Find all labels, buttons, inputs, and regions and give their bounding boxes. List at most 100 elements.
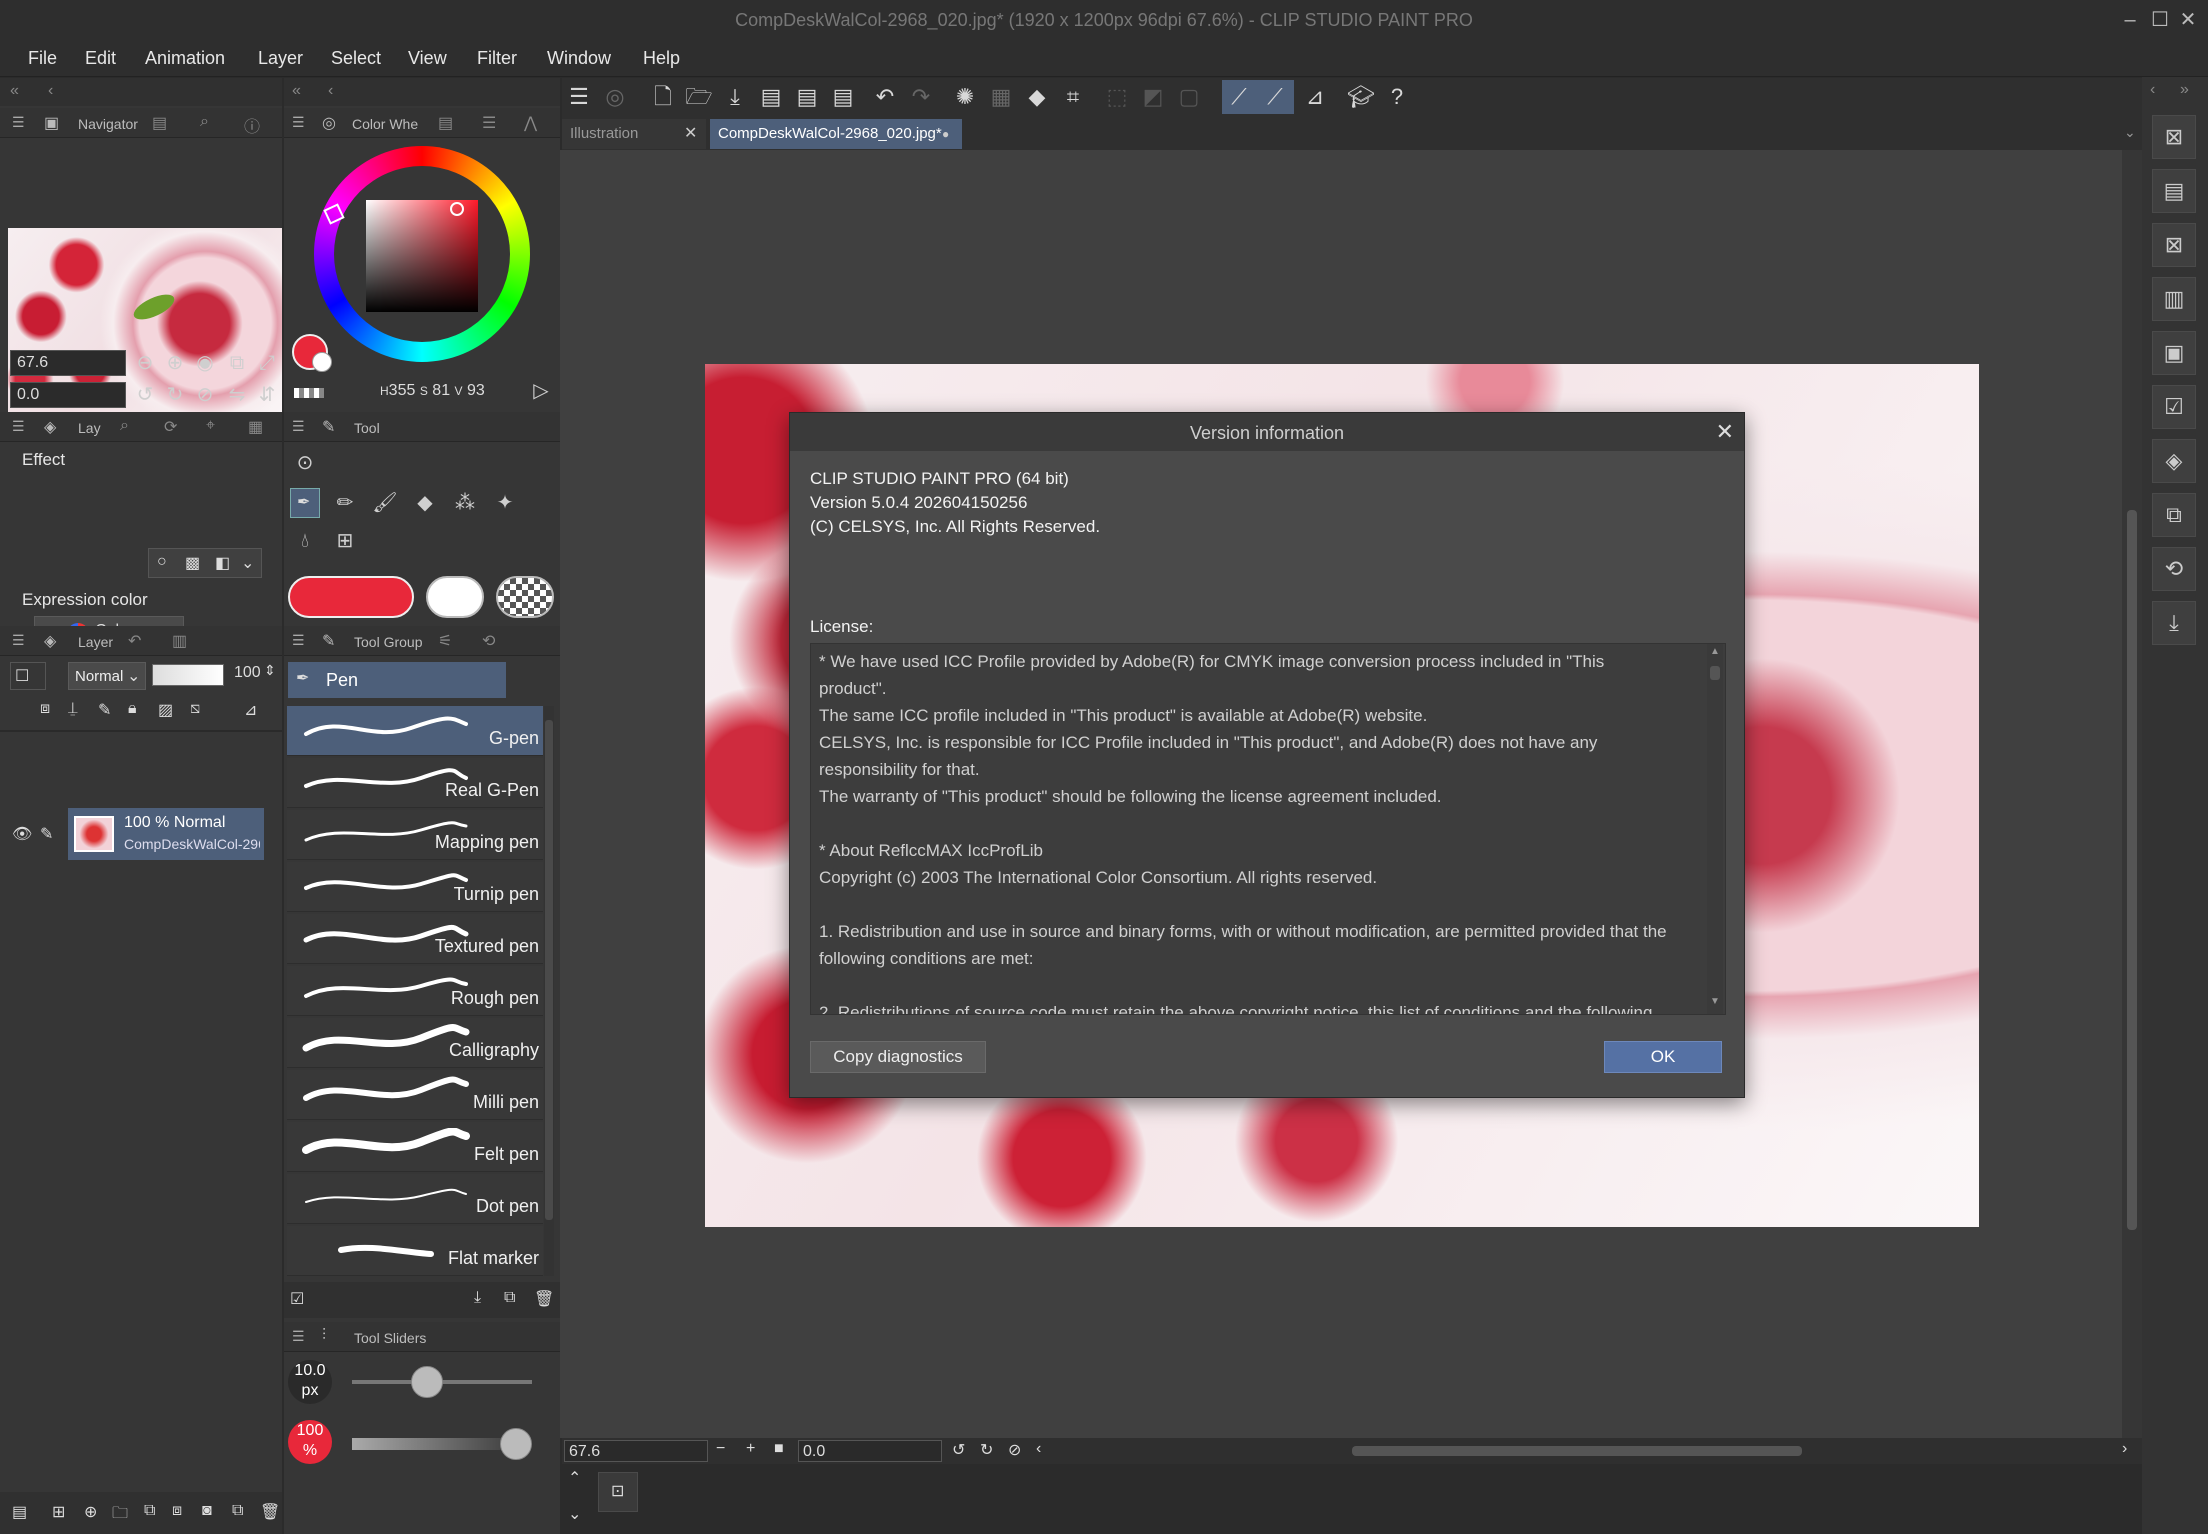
chevron-down-icon[interactable]: ⌄ [568, 1504, 581, 1524]
stop-icon[interactable]: ■ [774, 1440, 784, 1458]
menu-lines-icon[interactable]: ☰ [292, 1328, 305, 1345]
vertical-scroll-thumb[interactable] [2127, 510, 2137, 1230]
navigator-rotate-field[interactable]: 0.0 [10, 382, 126, 408]
deselect-icon[interactable]: ⬚ [1100, 80, 1134, 114]
chevron-left-icon[interactable]: ‹ [48, 82, 53, 100]
size-slider-knob[interactable] [411, 1366, 444, 1398]
layer-row[interactable]: 100 % Normal CompDeskWalCol-296 [68, 808, 264, 860]
close-icon[interactable]: ✕ [684, 119, 697, 149]
chevron-right-icon[interactable]: › [2122, 1440, 2127, 1458]
invert-selection-icon[interactable]: ◩ [1136, 80, 1170, 114]
download-tool-icon[interactable]: ⊙ [290, 448, 320, 478]
menu-lines-icon[interactable]: ☰ [292, 114, 305, 131]
actual-size-icon[interactable]: ◉ [190, 348, 220, 378]
material-panel-9-button[interactable]: ⤓ [2152, 601, 2196, 645]
chevron-up-icon[interactable]: ⌃ [568, 1468, 581, 1488]
layer-color-select[interactable]: ☐ [10, 662, 46, 690]
export-psd-icon[interactable]: ▤ [826, 80, 860, 114]
loading-icon[interactable]: ✺ [948, 80, 982, 114]
learn-icon[interactable]: 🎓︎ [1344, 80, 1378, 114]
layer-tab-icon-3[interactable]: ⌖ [206, 417, 215, 435]
menu-view[interactable]: View [408, 48, 447, 69]
material-panel-8-button[interactable]: ⟲ [2152, 547, 2196, 591]
crop-icon[interactable]: ▢ [1172, 80, 1206, 114]
history-icon[interactable]: ↶ [128, 631, 141, 651]
clip-icon[interactable]: ⧈ [40, 700, 50, 718]
layer-search-icon[interactable]: ⟳ [164, 417, 177, 437]
tool-group-tab-icon[interactable]: ⟲ [482, 631, 495, 651]
snap-grid-icon[interactable]: ⊿ [1298, 80, 1332, 114]
rotate-right-icon[interactable]: ↻ [980, 1440, 993, 1460]
close-icon[interactable]: ✕ [2174, 6, 2202, 34]
duplicate-sub-tool-icon[interactable]: ⧉ [504, 1289, 515, 1307]
reference-icon[interactable]: ⍊ [68, 700, 78, 718]
material-panel-button[interactable]: ⊠ [2152, 115, 2196, 159]
zoom-in-icon[interactable]: ⊕ [160, 348, 190, 378]
ruler-icon[interactable]: ⊿ [244, 700, 257, 720]
help-icon[interactable]: ? [1380, 80, 1414, 114]
info-icon[interactable]: ⓘ [244, 113, 260, 137]
redo-icon[interactable]: ↷ [904, 80, 938, 114]
tab-illustration[interactable]: Illustration ✕ [562, 119, 706, 149]
color-set-tab-icon[interactable]: ☰ [482, 113, 496, 133]
copy-diagnostics-button[interactable]: Copy diagnostics [810, 1041, 986, 1073]
menu-animation[interactable]: Animation [145, 48, 225, 69]
sub-tool-settings-icon[interactable]: ☑ [290, 1289, 304, 1309]
brush-tool-icon[interactable]: 🖌︎ [370, 488, 400, 518]
rotate-left-icon[interactable]: ↺ [952, 1440, 965, 1460]
transfer-icon[interactable]: ⧉ [144, 1502, 155, 1520]
draft-icon[interactable]: ✎ [98, 700, 111, 720]
navigator-tab-label[interactable]: Navigator [78, 116, 138, 132]
lock-icon[interactable]: 🔒︎ [128, 700, 137, 718]
sub-tool-item[interactable]: Rough pen [287, 966, 543, 1016]
flip-vertical-icon[interactable]: ⇵ [252, 380, 282, 410]
border-effect-icon[interactable]: ○ [157, 553, 167, 571]
license-text-box[interactable]: * We have used ICC Profile provided by A… [810, 643, 1726, 1015]
trash-icon[interactable]: 🗑︎ [260, 1502, 280, 1522]
animation-cels-icon[interactable]: ▥ [172, 631, 187, 651]
sub-view-icon[interactable]: ▤ [152, 113, 167, 133]
maximize-icon[interactable]: ☐ [2146, 6, 2174, 34]
expand-right-icon[interactable]: » [2180, 81, 2189, 99]
layer-property-tab-label[interactable]: Lay [78, 420, 101, 436]
rotate-left-icon[interactable]: ↺ [130, 380, 160, 410]
color-wheel-tab-label[interactable]: Color Whe [352, 116, 418, 132]
undo-icon[interactable]: ↶ [868, 80, 902, 114]
eye-icon[interactable]: 👁︎ [12, 824, 32, 844]
export-png-icon[interactable]: ▤ [790, 80, 824, 114]
sub-tool-item[interactable]: Textured pen [287, 914, 543, 964]
opacity-slider-knob[interactable] [500, 1428, 532, 1460]
sub-tool-scrollbar[interactable] [544, 706, 554, 1276]
pencil-tool-icon[interactable]: ✏ [330, 488, 360, 518]
snap-special-ruler-icon[interactable]: ⟋ [1258, 80, 1292, 114]
lock-transparent-icon[interactable]: ▨ [158, 700, 173, 720]
sub-tool-item[interactable]: Felt pen [287, 1122, 543, 1172]
sub-tool-item[interactable]: Mapping pen [287, 810, 543, 860]
scroll-up-icon[interactable]: ▲ [1710, 646, 1720, 657]
sub-tool-item[interactable]: Turnip pen [287, 862, 543, 912]
snap-ruler-icon[interactable]: ⟋ [1222, 80, 1256, 114]
layer-opacity-slider[interactable] [152, 664, 224, 686]
menu-help[interactable]: Help [643, 48, 680, 69]
sub-tool-item[interactable]: Milli pen [287, 1070, 543, 1120]
tool-sliders-tab-label[interactable]: Tool Sliders [354, 1330, 426, 1346]
menu-lines-icon[interactable]: ☰ [292, 632, 305, 649]
close-icon[interactable]: ✕ [1716, 419, 1734, 445]
tool-group-pen[interactable]: ✒ Pen [288, 662, 506, 698]
fit-icon[interactable]: ⧉ [222, 348, 252, 378]
reset-rotation-icon[interactable]: ⊘ [190, 380, 220, 410]
sub-color-swatch[interactable] [312, 352, 332, 372]
mask-icon[interactable]: ⧅ [190, 700, 200, 718]
import-sub-tool-icon[interactable]: ⤓ [474, 1289, 481, 1307]
color-mode-toggle-icon[interactable]: ▷ [526, 376, 556, 406]
sub-tool-item[interactable]: G-pen [287, 706, 543, 756]
menu-edit[interactable]: Edit [85, 48, 116, 69]
clear-icon[interactable]: ▦ [984, 80, 1018, 114]
material-panel-3-button[interactable]: ▥ [2152, 277, 2196, 321]
timeline-toggle[interactable]: ⊡ [598, 1472, 638, 1512]
mask-add-icon[interactable]: ◙ [202, 1502, 212, 1520]
save-icon[interactable]: ⤓ [718, 80, 752, 114]
blend-tool-icon[interactable]: 💧︎ [290, 526, 320, 556]
size-slider-track[interactable] [352, 1366, 532, 1398]
search-layer-icon[interactable]: ⌕ [120, 417, 129, 435]
